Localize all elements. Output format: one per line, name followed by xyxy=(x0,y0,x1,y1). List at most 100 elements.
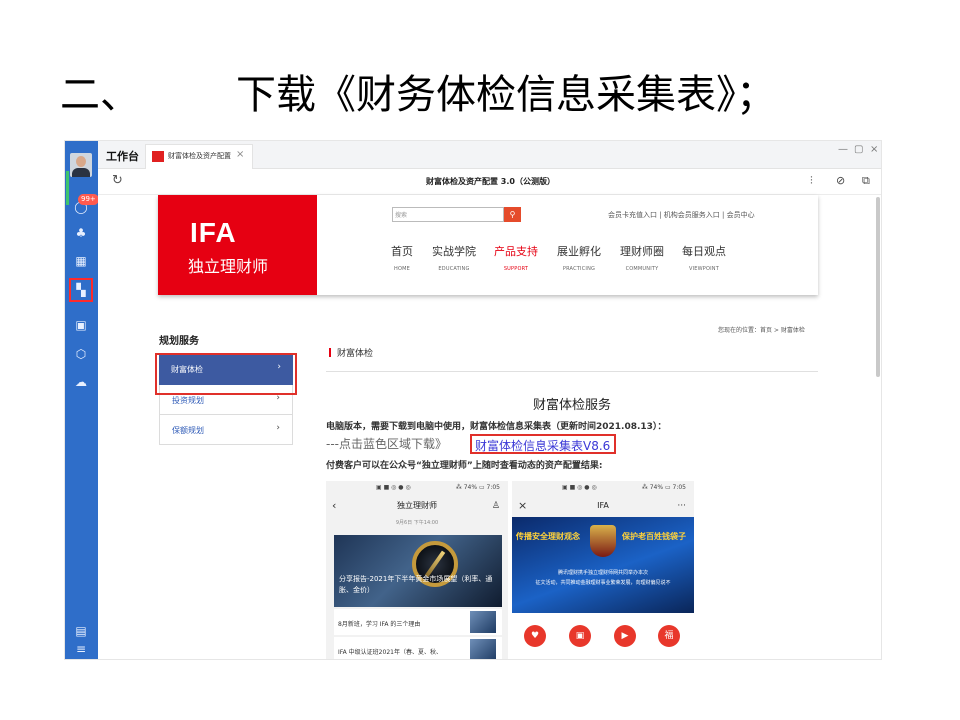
tab-label: 财富体检及资产配置 xyxy=(168,152,231,160)
user-icon: ♙ xyxy=(491,501,500,511)
cloud-icon[interactable]: ☁ xyxy=(73,374,89,390)
top-links[interactable]: 会员卡充值入口 | 机构会员服务入口 | 会员中心 xyxy=(608,210,755,220)
miniapp-icon-row: ♥ ▣ ▶ 福 xyxy=(512,613,694,659)
nav-support[interactable]: 产品支持 SUPPORT xyxy=(486,243,546,272)
menu-item-label: 保额规划 xyxy=(172,426,204,435)
status-icons: ▣ ■ ◎ ● ◎ xyxy=(376,484,411,491)
status-icons: ▣ ■ ◎ ● ◎ xyxy=(562,484,597,491)
section-heading: 财富体检 xyxy=(329,346,373,359)
nav-support-sub: SUPPORT xyxy=(503,266,529,272)
status-battery-time: ⁂ 74% ▭ 7:05 xyxy=(455,484,500,491)
search-icon: ⚲ xyxy=(509,210,516,219)
site-favicon-icon xyxy=(152,151,164,162)
maximize-icon[interactable]: ▢ xyxy=(854,144,863,155)
scrollbar[interactable] xyxy=(876,197,880,377)
list-item-text: 8月新班，学习 IFA 的三个理由 xyxy=(338,621,421,628)
section-heading-text: 财富体检 xyxy=(337,349,374,359)
nav-educating-label: 实战学院 xyxy=(432,245,476,258)
list-item: IFA 中级认证班2021年（春、夏、秋、 xyxy=(334,637,502,659)
article-banner: 分享报告-2021年下半年黄金市场展望（利率、通胀、金价） xyxy=(334,535,502,607)
search-button[interactable]: ⚲ xyxy=(504,207,521,222)
service-title: 财富体检服务 xyxy=(532,398,611,413)
nav-viewpoint-sub: VIEWPOINT xyxy=(688,266,720,272)
close-tab-icon[interactable]: × xyxy=(236,149,244,160)
nav-community-label: 理财师圈 xyxy=(620,245,664,258)
brand-logo-text: IFA xyxy=(190,217,237,248)
miniapp-title: IFA xyxy=(597,501,609,510)
unread-badge: 99+ xyxy=(78,194,99,205)
campaign-slogan: 传播安全理财观念 保护老百姓钱袋子 xyxy=(516,531,690,542)
minimize-icon[interactable]: — xyxy=(838,144,848,155)
download-prompt: ---点击蓝色区域下载》 xyxy=(326,437,447,451)
slogan-right: 保护老百姓钱袋子 xyxy=(622,532,686,541)
phone-header: ‹ 独立理财师 ♙ xyxy=(326,495,508,517)
brand-logo[interactable]: IFA 独立理财师 xyxy=(158,195,317,295)
nav-viewpoint-label: 每日观点 xyxy=(682,245,726,258)
slogan-left: 传播安全理财观念 xyxy=(516,532,580,541)
thumbnail-image xyxy=(470,611,496,633)
nav-home-label: 首页 xyxy=(391,245,413,258)
nav-home[interactable]: 首页 HOME xyxy=(372,243,432,272)
menu-item-label: 投资规划 xyxy=(172,396,204,405)
document-icon[interactable]: ▣ xyxy=(73,317,89,333)
close-window-icon[interactable]: × xyxy=(870,144,878,155)
download-form-link[interactable]: 财富体检信息采集表V8.6 xyxy=(470,434,617,454)
phone-header: × IFA ··· xyxy=(512,495,694,517)
message-icon[interactable]: ▤ xyxy=(73,623,89,639)
nav-community-sub: COMMUNITY xyxy=(625,266,659,272)
phone-screenshot-account: ▣ ■ ◎ ● ◎ ⁂ 74% ▭ 7:05 ‹ 独立理财师 ♙ 9月6日 下午14:… xyxy=(326,481,508,659)
web-content: IFA 独立理财师 搜索 ⚲ 会员卡充值入口 | 机构会员服务入口 | 会员中心… xyxy=(98,195,881,659)
calendar-icon[interactable]: ▦ xyxy=(73,253,89,269)
menu-highlight-box xyxy=(155,353,297,395)
account-title: 独立理财师 xyxy=(397,501,437,510)
nav-community[interactable]: 理财师圈 COMMUNITY xyxy=(612,243,672,272)
thumbnail-image xyxy=(470,639,496,659)
browser-toolbar: ↻ 财富体检及资产配置 3.0（公测版） ⫶ ⊘ ⧉ xyxy=(98,169,881,195)
list-item-text: IFA 中级认证班2021年（春、夏、秋、 xyxy=(338,649,442,656)
section-marker xyxy=(329,348,331,357)
planning-services-title: 规划服务 xyxy=(159,336,199,347)
menu-coverage-planning[interactable]: 保额规划 › xyxy=(159,415,293,445)
phone-status-bar: ▣ ■ ◎ ● ◎ ⁂ 74% ▭ 7:05 xyxy=(326,481,508,495)
nav-practicing[interactable]: 展业孵化 PRACTICING xyxy=(549,243,609,272)
cube-icon[interactable]: ⬡ xyxy=(73,346,89,362)
briefcase-icon: ▣ xyxy=(569,625,591,647)
search-placeholder: 搜索 xyxy=(395,212,408,219)
more-icon: ··· xyxy=(677,501,686,511)
nav-viewpoint[interactable]: 每日观点 VIEWPOINT xyxy=(674,243,734,272)
phone-screenshot-miniapp: ▣ ■ ◎ ● ◎ ⁂ 74% ▭ 7:05 × IFA ··· 传播安全理财观念 保护… xyxy=(512,481,694,659)
campaign-subtitle-2: 征文活动，共同推动金融理财事业繁荣发展，向理财偏见说不 xyxy=(535,580,671,586)
paid-client-note: 付费客户可以在公众号“独立理财师”上随时查看动态的资产配置结果: xyxy=(326,461,603,471)
app-sidebar: ◯ 99+ ♣ ▦ ▚ ▣ ⬡ ☁ ▤ ≡ xyxy=(65,141,99,659)
article-caption: 分享报告-2021年下半年黄金市场展望（利率、通胀、金价） xyxy=(339,575,493,594)
breadcrumb: 您现在的位置：首页 > 财富体检 xyxy=(718,327,805,334)
divider xyxy=(326,371,818,372)
menu-icon[interactable]: ≡ xyxy=(73,641,89,657)
nav-home-sub: HOME xyxy=(394,266,410,272)
active-nav-highlight xyxy=(69,278,93,302)
list-item: 8月新班，学习 IFA 的三个理由 xyxy=(334,609,502,635)
slide-heading: 下载《财务体检信息采集表》； xyxy=(236,72,776,118)
nav-educating[interactable]: 实战学院 EDUCATING xyxy=(424,243,484,272)
phone-status-bar: ▣ ■ ◎ ● ◎ ⁂ 74% ▭ 7:05 xyxy=(512,481,694,495)
nav-educating-sub: EDUCATING xyxy=(438,266,470,272)
status-battery-time: ⁂ 74% ▭ 7:05 xyxy=(641,484,686,491)
settings-sliders-icon[interactable]: ⫶ xyxy=(810,174,813,188)
tab-wealth-checkup[interactable]: 财富体检及资产配置 × xyxy=(145,144,253,169)
heart-icon: ♥ xyxy=(524,625,546,647)
close-icon: × xyxy=(518,499,528,512)
compass-icon[interactable]: ⊘ xyxy=(836,174,845,187)
back-arrow-icon: ‹ xyxy=(332,499,337,512)
site-header: IFA 独立理财师 搜索 ⚲ 会员卡充值入口 | 机构会员服务入口 | 会员中心… xyxy=(158,195,818,295)
campaign-banner: 传播安全理财观念 保护老百姓钱袋子 腾讯理财携手独立理财师网共同举办本次 征文活动… xyxy=(512,517,694,613)
open-external-icon[interactable]: ⧉ xyxy=(862,174,870,188)
gift-icon: 福 xyxy=(658,625,680,647)
tab-workbench[interactable]: 工作台 xyxy=(106,148,139,164)
online-indicator xyxy=(66,171,69,205)
campaign-subtitle: 腾讯理财携手独立理财师网共同举办本次 xyxy=(557,570,648,576)
tab-bar: 工作台 财富体检及资产配置 × — ▢ × xyxy=(98,141,881,169)
search-input[interactable]: 搜索 xyxy=(392,207,504,222)
org-chart-icon[interactable]: ♣ xyxy=(73,225,89,241)
avatar[interactable] xyxy=(70,153,92,177)
download-instructions: 电脑版本，需要下载到电脑中使用，财富体检信息采集表（更新时间2021.08.13… xyxy=(326,422,667,432)
